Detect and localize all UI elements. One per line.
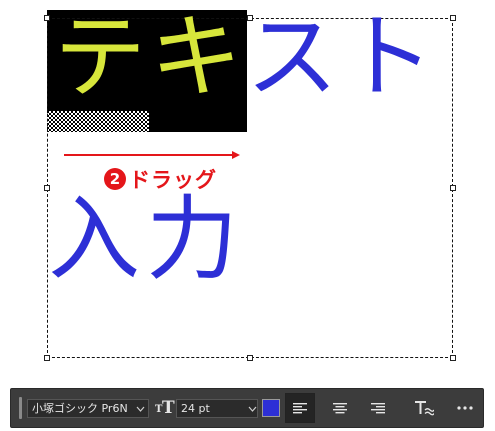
drag-annotation: 2 ドラッグ — [104, 165, 217, 193]
align-left-icon — [293, 402, 307, 413]
align-right-button[interactable] — [363, 393, 393, 423]
second-line-text[interactable]: 入力 — [48, 190, 244, 290]
more-options-icon — [457, 406, 473, 410]
step-number-badge: 2 — [104, 168, 126, 190]
chevron-down-icon[interactable] — [245, 399, 259, 418]
align-center-button[interactable] — [325, 393, 355, 423]
handle-top-right[interactable] — [450, 15, 456, 21]
font-size-icon: TT — [155, 398, 175, 418]
chevron-down-icon[interactable] — [133, 399, 147, 418]
more-options-button[interactable] — [450, 393, 480, 423]
font-family-select[interactable]: 小塚ゴシック Pr6N — [27, 399, 149, 418]
align-center-icon — [333, 402, 347, 413]
align-left-button[interactable] — [285, 393, 315, 423]
handle-top-left[interactable] — [44, 15, 50, 21]
align-right-icon — [371, 402, 385, 413]
handle-middle-right[interactable] — [450, 185, 456, 191]
warp-text-icon — [415, 401, 434, 416]
text-canvas[interactable]: テキ スト 入力 2 ドラッグ — [0, 0, 495, 380]
drag-label: ドラッグ — [129, 168, 217, 192]
text-options-bar: 小塚ゴシック Pr6N TT 24 pt — [10, 388, 484, 428]
unselected-text[interactable]: スト — [246, 8, 438, 108]
handle-bottom-right[interactable] — [450, 355, 456, 361]
handle-bottom-center[interactable] — [247, 355, 253, 361]
toolbar-grip-handle[interactable] — [19, 397, 22, 419]
warp-text-button[interactable] — [409, 393, 439, 423]
drag-arrow-icon — [64, 151, 240, 159]
selected-text[interactable]: テキ — [54, 8, 246, 108]
text-color-swatch[interactable] — [262, 399, 280, 417]
handle-bottom-left[interactable] — [44, 355, 50, 361]
